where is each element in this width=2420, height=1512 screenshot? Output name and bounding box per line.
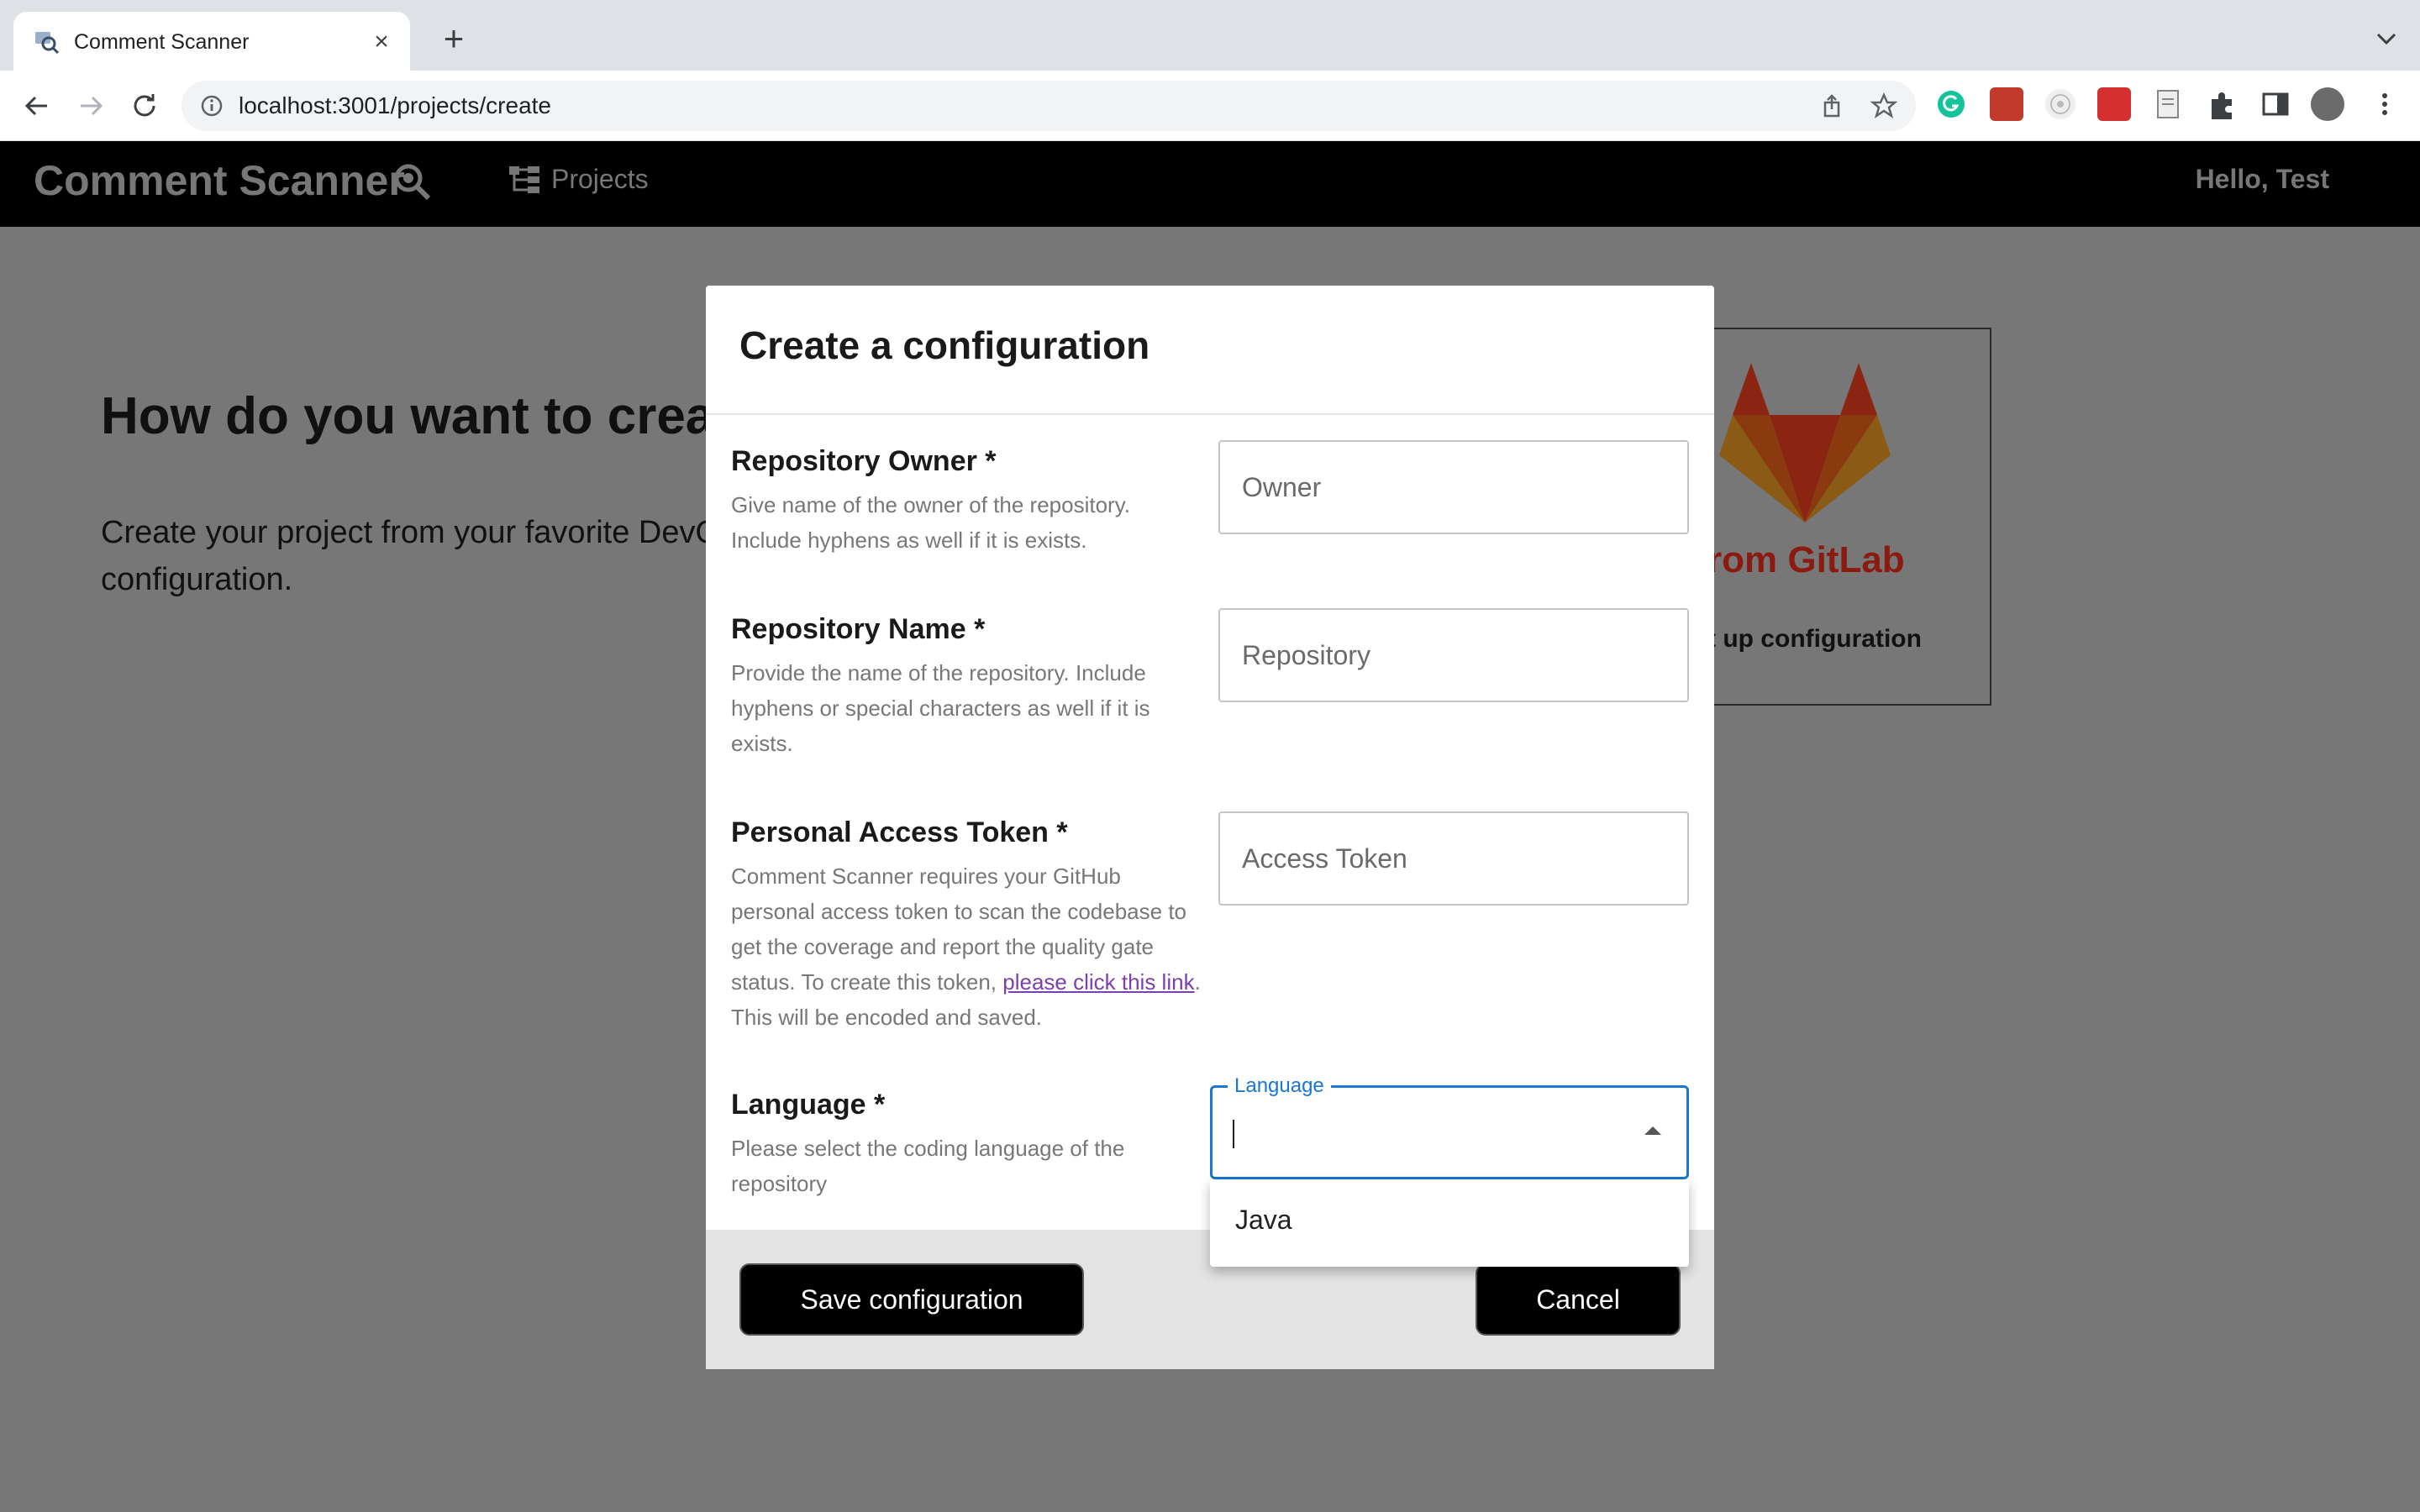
- side-panel-icon[interactable]: [2259, 87, 2292, 121]
- chevron-down-icon[interactable]: [2371, 24, 2402, 54]
- document-extension-icon[interactable]: [2151, 87, 2185, 121]
- grammarly-extension-icon[interactable]: [1934, 87, 1968, 121]
- owner-help: Give name of the owner of the repository…: [731, 492, 1130, 553]
- save-configuration-button[interactable]: Save configuration: [739, 1263, 1084, 1336]
- info-icon[interactable]: [198, 92, 225, 119]
- red-extension-icon[interactable]: [1990, 87, 2023, 121]
- avatar[interactable]: [2311, 87, 2344, 121]
- share-icon[interactable]: [1818, 92, 1845, 119]
- dialog-divider: [706, 413, 1714, 415]
- new-tab-button[interactable]: +: [437, 21, 471, 56]
- language-options-list: Java: [1210, 1179, 1689, 1267]
- repo-name-label: Repository Name *: [731, 613, 986, 645]
- page-heading: How do you want to crea: [101, 387, 715, 445]
- token-label: Personal Access Token *: [731, 816, 1068, 848]
- cancel-button[interactable]: Cancel: [1476, 1263, 1681, 1336]
- gitlab-fox-logo: [1716, 363, 1894, 531]
- gitlab-card-subtitle: t up configuration: [1707, 625, 1922, 653]
- access-token-input[interactable]: [1242, 813, 1662, 904]
- reload-icon[interactable]: [128, 89, 161, 123]
- text-cursor: [1233, 1120, 1234, 1148]
- tab-close-icon[interactable]: ×: [366, 27, 397, 57]
- browser-tabstrip: Comment Scanner × +: [0, 0, 2420, 71]
- owner-field[interactable]: [1218, 440, 1689, 534]
- nav-projects-label: Projects: [551, 164, 649, 194]
- mendeley-extension-icon[interactable]: [2097, 87, 2131, 121]
- brand-title[interactable]: Comment Scanner: [34, 151, 405, 210]
- gitlab-card-title: rom GitLab: [1707, 539, 1905, 580]
- page-description: Create your project from your favorite D…: [101, 515, 721, 597]
- repo-name-input[interactable]: [1242, 610, 1662, 701]
- token-help: Comment Scanner requires your GitHub per…: [731, 858, 1202, 1035]
- magnifier-icon: [34, 29, 60, 55]
- user-greeting[interactable]: Hello, Test: [2196, 158, 2329, 200]
- repo-name-help: Provide the name of the repository. Incl…: [731, 660, 1150, 756]
- create-token-link[interactable]: please click this link: [1002, 969, 1194, 995]
- target-extension-icon[interactable]: [2044, 87, 2077, 121]
- back-arrow-icon[interactable]: [20, 89, 54, 123]
- dialog-title: Create a configuration: [739, 323, 1150, 367]
- language-select[interactable]: Language: [1210, 1074, 1689, 1179]
- repo-name-field[interactable]: [1218, 608, 1689, 702]
- bookmark-star-icon[interactable]: [1870, 92, 1898, 119]
- forward-arrow-icon[interactable]: [74, 89, 108, 123]
- tab-title: Comment Scanner: [74, 30, 250, 54]
- language-help: Please select the coding language of the…: [731, 1136, 1125, 1196]
- access-token-field[interactable]: [1218, 811, 1689, 906]
- owner-input[interactable]: [1242, 442, 1662, 533]
- browser-tab[interactable]: Comment Scanner ×: [13, 12, 410, 71]
- language-label: Language *: [731, 1089, 886, 1121]
- app-header: Comment Scanner Projects Hello, Test: [0, 141, 2420, 227]
- tree-structure-icon: [508, 163, 541, 197]
- magnifier-bug-icon: [390, 160, 434, 203]
- address-bar[interactable]: localhost:3001/projects/create: [182, 81, 1916, 131]
- language-field-legend: Language: [1228, 1074, 1331, 1098]
- kebab-menu-icon[interactable]: [2368, 87, 2402, 121]
- address-url[interactable]: localhost:3001/projects/create: [239, 92, 551, 119]
- language-option-java[interactable]: Java: [1235, 1205, 1292, 1236]
- owner-label: Repository Owner *: [731, 445, 997, 477]
- caret-up-icon[interactable]: [1644, 1126, 1661, 1135]
- puzzle-extensions-icon[interactable]: [2205, 87, 2238, 121]
